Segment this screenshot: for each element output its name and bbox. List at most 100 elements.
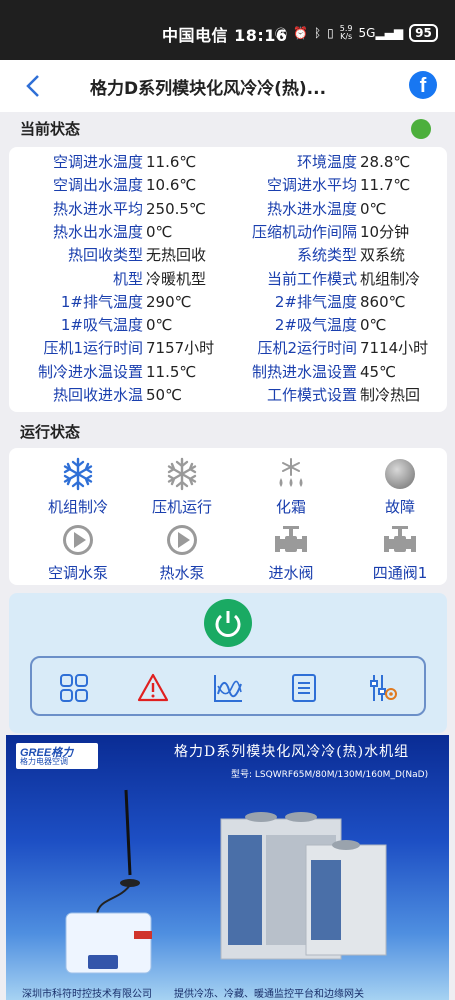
- status-label: 压机1运行时间: [43, 339, 143, 358]
- status-value: 0℃: [146, 222, 173, 241]
- product-banner: GREE格力 格力电器空调 格力D系列模块化风冷冷(热)水机组 型号: LSQW…: [6, 735, 449, 1000]
- status-row: 1#排气温度 290℃ 2#排气温度 860℃: [9, 291, 447, 314]
- back-arrow-icon[interactable]: [20, 72, 48, 100]
- status-label: 工作模式设置: [266, 386, 357, 404]
- run-status-card: 机组制冷 压机运行 化霜 故障空调水泵 热水泵 进水阀 四通阀1: [9, 448, 447, 585]
- status-label: 压机2运行时间: [257, 339, 357, 358]
- run-status-label: 进水阀: [268, 564, 314, 582]
- status-label: 当前工作模式: [266, 269, 357, 288]
- status-row: 空调进水温度 11.6℃ 环境温度 28.8℃: [9, 151, 447, 174]
- status-label: 1#吸气温度: [60, 316, 143, 335]
- status-value: 45℃: [360, 362, 396, 381]
- status-value: 7114小时: [360, 339, 429, 358]
- warning-icon[interactable]: [137, 672, 169, 704]
- status-row: 机型 冷暖机型 当前工作模式 机组制冷: [9, 268, 447, 291]
- status-label: 2#吸气温度: [274, 316, 357, 335]
- run-status-label: 机组制冷: [47, 498, 108, 516]
- snowflake-icon: [60, 456, 96, 492]
- bluetooth-icon: ᛒ: [313, 26, 322, 40]
- run-status-label: 压机运行: [151, 498, 212, 516]
- page-title: 格力D系列模块化风冷冷(热)...: [90, 79, 327, 99]
- banner-footer: 深圳市科符时控技术有限公司 提供冷冻、冷藏、暖通监控平台和边缘网关: [22, 989, 364, 1000]
- status-label: 热回收进水温: [52, 386, 143, 404]
- power-icon: [215, 611, 241, 637]
- signal-icon: 5G▂▄▆: [358, 26, 404, 40]
- status-row: 空调出水温度 10.6℃ 空调进水平均 11.7℃: [9, 174, 447, 197]
- status-value: 250.5℃: [146, 199, 206, 218]
- nfc-icon: Ⓝ: [275, 26, 288, 41]
- snowflake-icon: [164, 456, 200, 492]
- facebook-icon[interactable]: f: [409, 71, 437, 99]
- status-icons: Ⓝ ⏰ ᛒ ▯ 5.9 K/s 5G▂▄▆ 95: [275, 24, 438, 42]
- status-value: 0℃: [146, 316, 173, 335]
- run-status-item: 空调水泵: [28, 522, 128, 583]
- status-label: 机型: [112, 269, 143, 288]
- run-status-label: 热水泵: [159, 564, 205, 582]
- run-status-item: 进水阀: [241, 522, 341, 583]
- current-status-heading: 当前状态: [20, 120, 81, 138]
- vibrate-icon: ▯: [327, 26, 334, 40]
- list-doc-icon[interactable]: [288, 672, 320, 704]
- status-label: 热水进水温度: [266, 199, 357, 218]
- status-label: 制冷进水温设置: [37, 362, 143, 381]
- status-value: 11.7℃: [360, 176, 411, 195]
- settings-sliders-icon[interactable]: [367, 672, 399, 704]
- status-value: 290℃: [146, 292, 192, 311]
- status-label: 空调进水温度: [52, 153, 143, 171]
- status-label: 空调进水平均: [266, 176, 357, 195]
- trend-chart-icon[interactable]: [212, 672, 244, 704]
- status-label: 制热进水温设置: [251, 362, 357, 381]
- status-value: 7157小时: [146, 339, 215, 358]
- product-illustration: [65, 789, 387, 974]
- run-status-item: 机组制冷: [28, 456, 128, 517]
- alarm-icon: ⏰: [293, 26, 308, 40]
- grid-menu-icon[interactable]: [58, 672, 90, 704]
- status-label: 热水进水平均: [52, 199, 143, 218]
- run-status-label: 故障: [384, 498, 415, 516]
- run-status-heading: 运行状态: [20, 423, 81, 441]
- run-status-label: 四通阀1: [372, 564, 428, 582]
- fault-indicator-icon: [382, 456, 418, 492]
- power-button[interactable]: [204, 599, 252, 647]
- status-value: 10.6℃: [146, 176, 197, 195]
- status-value: 0℃: [360, 316, 387, 335]
- current-status-card: 空调进水温度 11.6℃ 环境温度 28.8℃ 空调出水温度 10.6℃ 空调进水平均 11.…: [9, 147, 447, 412]
- battery-indicator: 95: [409, 24, 438, 42]
- status-row: 制冷进水温设置 11.5℃ 制热进水温设置 45℃: [9, 361, 447, 384]
- status-value: 11.5℃: [146, 362, 197, 381]
- function-toolbar: [30, 656, 426, 716]
- status-label: 热水出水温度: [52, 222, 143, 241]
- run-status-item: 故障: [350, 456, 450, 517]
- status-label: 系统类型: [296, 246, 357, 265]
- status-row: 热回收类型 无热回收 系统类型 双系统: [9, 244, 447, 267]
- status-value: 28.8℃: [360, 153, 411, 171]
- status-row: 1#吸气温度 0℃ 2#吸气温度 0℃: [9, 314, 447, 337]
- run-status-label: 空调水泵: [47, 564, 108, 582]
- status-label: 2#排气温度: [274, 292, 357, 311]
- pump-icon: [164, 522, 200, 558]
- status-value: 冷暖机型: [146, 269, 207, 288]
- online-status-indicator: [411, 119, 431, 139]
- status-value: 无热回收: [146, 246, 207, 265]
- defrost-icon: [273, 456, 309, 492]
- net-speed: 5.9 K/s: [339, 24, 353, 41]
- status-value: 860℃: [360, 292, 406, 311]
- status-row: 热水出水温度 0℃ 压缩机动作间隔 10分钟: [9, 221, 447, 244]
- run-status-item: 化霜: [241, 456, 341, 517]
- status-row: 热水进水平均 250.5℃ 热水进水温度 0℃: [9, 198, 447, 221]
- status-value: 制冷热回: [360, 386, 421, 404]
- status-row: 压机1运行时间 7157小时 压机2运行时间 7114小时: [9, 337, 447, 360]
- status-value: 50℃: [146, 386, 182, 404]
- run-status-label: 化霜: [275, 498, 306, 516]
- system-status-bar: 中国电信 18:16 Ⓝ ⏰ ᛒ ▯ 5.9 K/s 5G▂▄▆ 95: [0, 0, 455, 60]
- status-value: 11.6℃: [146, 153, 197, 171]
- status-row: 热回收进水温 50℃ 工作模式设置 制冷热回: [9, 384, 447, 407]
- carrier-time: 中国电信 18:16: [162, 26, 288, 45]
- status-value: 双系统: [360, 246, 406, 265]
- status-label: 环境温度: [296, 153, 357, 171]
- status-label: 热回收类型: [67, 246, 143, 265]
- status-value: 10分钟: [360, 222, 410, 241]
- run-status-item: 压机运行: [132, 456, 232, 517]
- pump-icon: [60, 522, 96, 558]
- status-label: 1#排气温度: [60, 292, 143, 311]
